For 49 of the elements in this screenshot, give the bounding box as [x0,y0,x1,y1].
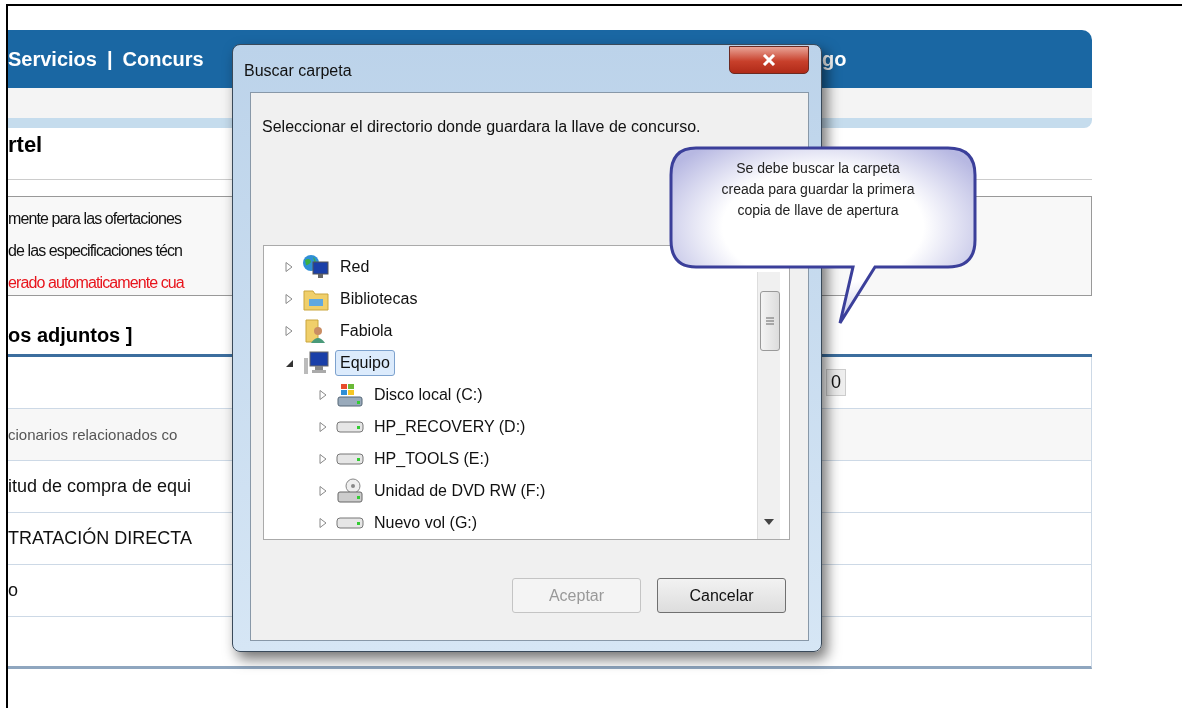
windows-drive-icon [336,382,364,408]
warning-text: erado automaticamente cua [8,274,184,291]
table-cell: TRATACIÓN DIRECTA [8,528,192,548]
dvd-drive-icon [336,478,364,504]
page-heading: rtel [8,132,43,157]
table-cell: cionarios relacionados co [8,426,178,443]
nav-link[interactable]: go [822,47,1092,71]
tree-item[interactable]: HP_RECOVERY (D:) [369,414,531,440]
drive-icon [336,453,364,465]
nav-separator: | [106,47,113,71]
tree-item[interactable]: Bibliotecas [335,286,423,312]
tree-item[interactable]: Disco local (C:) [369,382,488,408]
expand-icon[interactable] [318,454,328,464]
tree-item[interactable]: HP_TOOLS (E:) [369,446,495,472]
expand-icon[interactable] [284,294,294,304]
cancel-button[interactable]: Cancelar [657,578,786,613]
table-cell: o [8,580,18,600]
tree-item[interactable]: Unidad de DVD RW (F:) [369,478,551,504]
nav-link[interactable]: Servicios [8,47,97,71]
table-cell: itud de compra de equi [8,476,192,496]
note-text: mente para las ofertaciones [8,210,182,227]
tree-item[interactable]: Equipo [335,350,395,376]
window-title: Buscar carpeta [244,61,352,80]
network-globe-icon [302,254,330,280]
scrollbar[interactable] [757,272,780,539]
tree-item[interactable]: Fabiola [335,318,398,344]
expand-icon[interactable] [318,518,328,528]
expand-icon[interactable] [318,390,328,400]
tree-item[interactable]: Nuevo vol (G:) [369,510,483,536]
close-button[interactable] [729,46,809,74]
note-text: de las especificaciones técn [8,242,183,259]
collapse-icon[interactable] [284,358,294,368]
drive-icon [336,421,364,433]
computer-icon [302,350,330,376]
down-arrow-icon[interactable] [764,519,774,525]
value-field: 0 [826,369,846,396]
tooltip-text: Se debe buscar la carpeta creada para guardar la primera copia de llave de apertura [720,159,916,220]
expand-icon[interactable] [284,262,294,272]
expand-icon[interactable] [318,422,328,432]
scroll-thumb[interactable] [760,291,780,351]
instruction-text: Seleccionar el directorio donde guardara la llave de concurso. [262,118,701,135]
tree-item[interactable]: Red [335,254,375,280]
nav-link[interactable]: Concurs [122,47,204,71]
section-heading: os adjuntos ] [8,324,133,346]
expand-icon[interactable] [318,486,328,496]
close-icon [762,54,776,66]
drive-icon [336,517,364,529]
grip-icon [766,317,774,325]
expand-icon[interactable] [284,326,294,336]
